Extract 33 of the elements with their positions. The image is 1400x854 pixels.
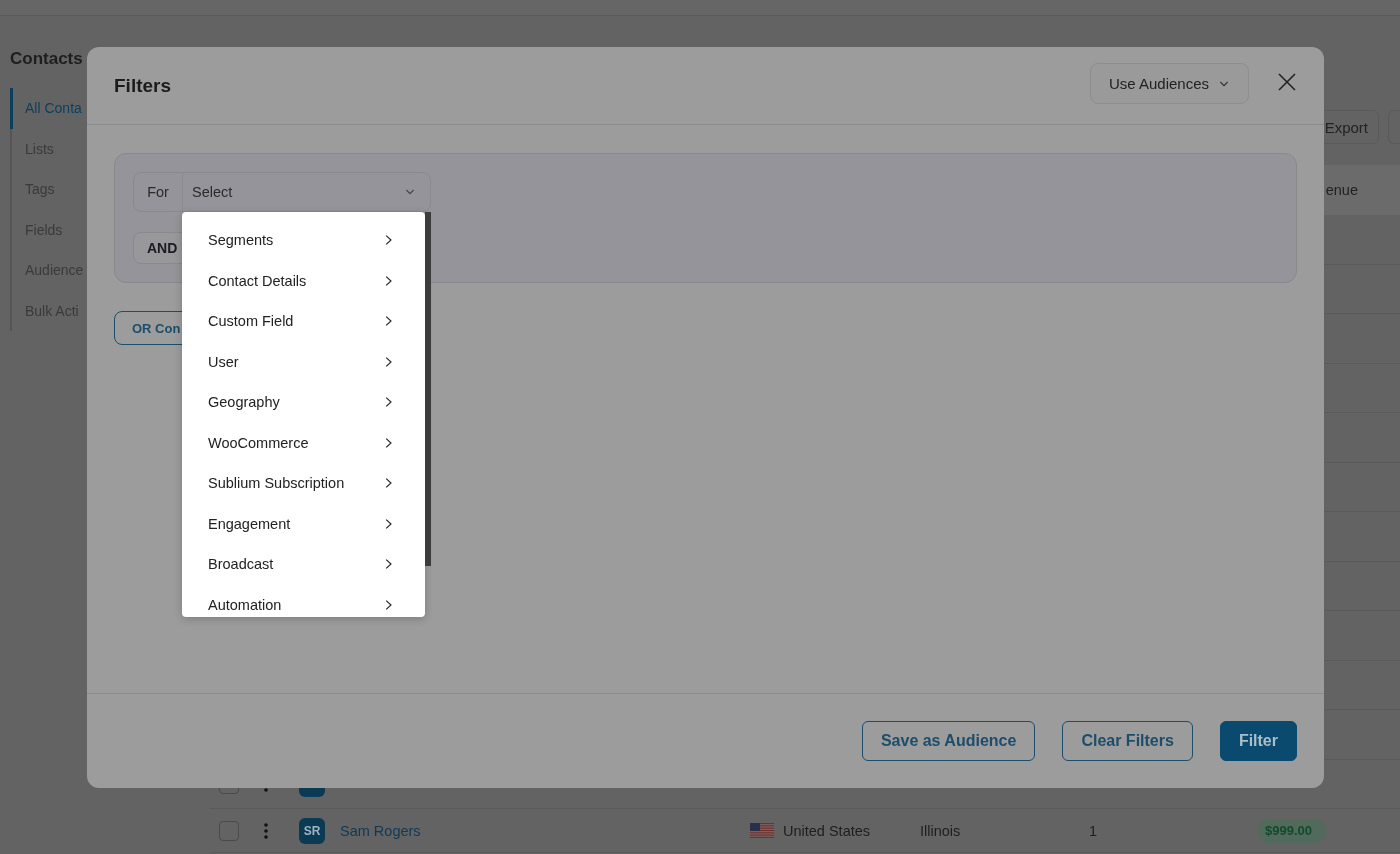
use-audiences-button[interactable]: Use Audiences <box>1089 63 1249 104</box>
menu-item-label: Geography <box>208 394 280 411</box>
menu-item-label: WooCommerce <box>208 434 309 451</box>
menu-item-label: Sublium Subscription <box>208 475 345 492</box>
close-icon[interactable] <box>1278 72 1296 91</box>
avatar: SR <box>299 817 325 844</box>
more-icon[interactable] <box>264 822 268 839</box>
menu-item-label: Broadcast <box>208 556 274 573</box>
filter-button[interactable]: Filter <box>1219 721 1297 761</box>
table-cell-text: Illinois <box>920 822 962 839</box>
table-cell-text: United States <box>783 822 872 839</box>
page-title: Contacts <box>10 49 84 70</box>
menu-item[interactable]: Geography <box>182 382 425 423</box>
menu-item[interactable]: Automation <box>182 584 425 617</box>
menu-item[interactable]: Engagement <box>182 503 425 544</box>
select-placeholder: Select <box>192 184 233 200</box>
menu-item[interactable]: WooCommerce <box>182 422 425 463</box>
revenue-badge: $999.00 <box>1258 818 1326 843</box>
menu-item-label: User <box>208 353 239 370</box>
for-label: For <box>134 173 183 211</box>
menu-item-label: Automation <box>208 596 282 613</box>
row-checkbox[interactable] <box>219 820 239 841</box>
dialog-title: Filters <box>114 74 173 97</box>
column-header: enue <box>1325 182 1358 198</box>
menu-item-label: Engagement <box>208 515 291 532</box>
footer-button[interactable]: Clear Filters <box>1062 721 1193 761</box>
flag-icon <box>750 823 774 838</box>
footer-button[interactable]: Save as Audience <box>861 721 1036 761</box>
scrollbar[interactable] <box>425 212 431 566</box>
table-cell-text: 1 <box>1089 822 1099 839</box>
menu-item[interactable]: Sublium Subscription <box>182 463 425 504</box>
menu-item-label: Contact Details <box>208 272 307 289</box>
menu-item[interactable]: Broadcast <box>182 544 425 585</box>
